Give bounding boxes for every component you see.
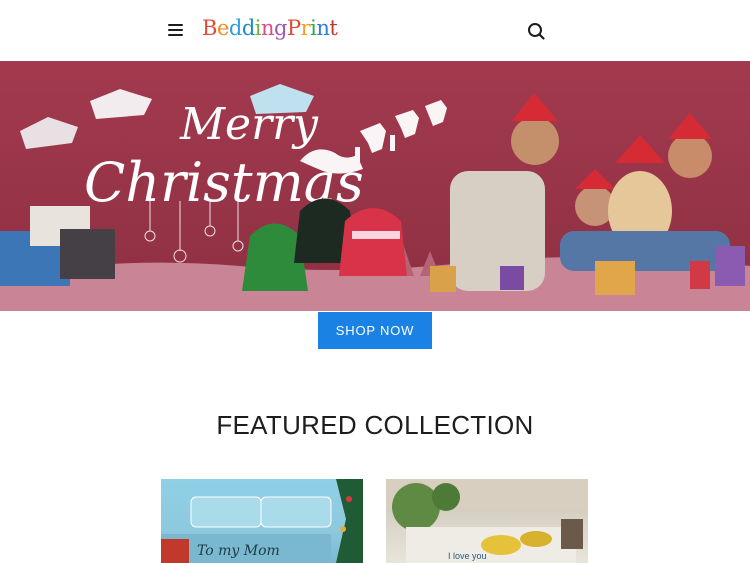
logo-letter: n xyxy=(261,16,275,40)
logo-letter: d xyxy=(228,16,242,40)
site-logo[interactable]: BeddingPrint xyxy=(202,16,338,40)
product-2-image-text: I love you xyxy=(448,551,487,561)
shop-now-button[interactable]: SHOP NOW xyxy=(318,312,432,349)
hamburger-menu-icon[interactable] xyxy=(166,20,186,40)
logo-letter: g xyxy=(274,16,287,40)
product-card-2[interactable]: I love you xyxy=(386,479,588,563)
hero-banner[interactable]: Merry Christmas xyxy=(0,61,750,311)
product-card-1[interactable]: To my Mom xyxy=(161,479,363,563)
logo-letter: P xyxy=(286,16,301,40)
featured-collection-title: FEATURED COLLECTION xyxy=(216,410,534,440)
logo-letter: t xyxy=(329,16,338,40)
logo-letter: r xyxy=(300,16,311,40)
logo-letter: B xyxy=(202,16,217,40)
product-1-image-text: To my Mom xyxy=(197,543,280,559)
logo-letter: e xyxy=(216,16,229,40)
logo-letter: d xyxy=(241,16,255,40)
logo-letter: n xyxy=(316,16,330,40)
site-header: BeddingPrint xyxy=(0,0,750,62)
search-icon[interactable] xyxy=(526,21,546,41)
